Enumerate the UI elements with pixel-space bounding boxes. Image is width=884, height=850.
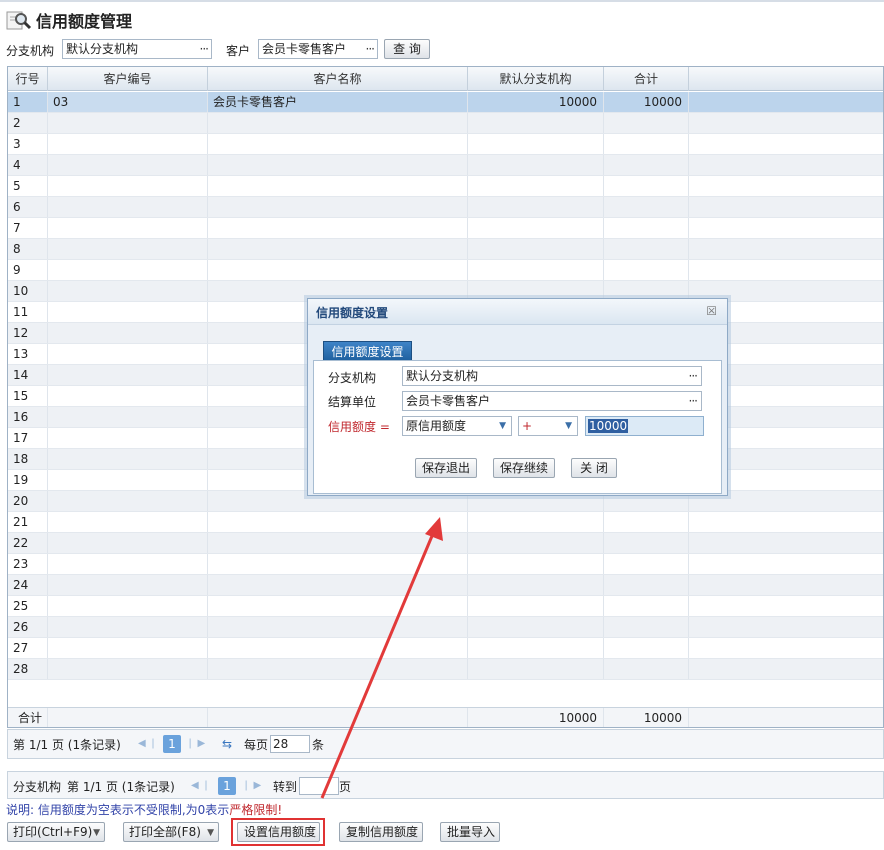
annotation-arrow (320, 517, 443, 799)
